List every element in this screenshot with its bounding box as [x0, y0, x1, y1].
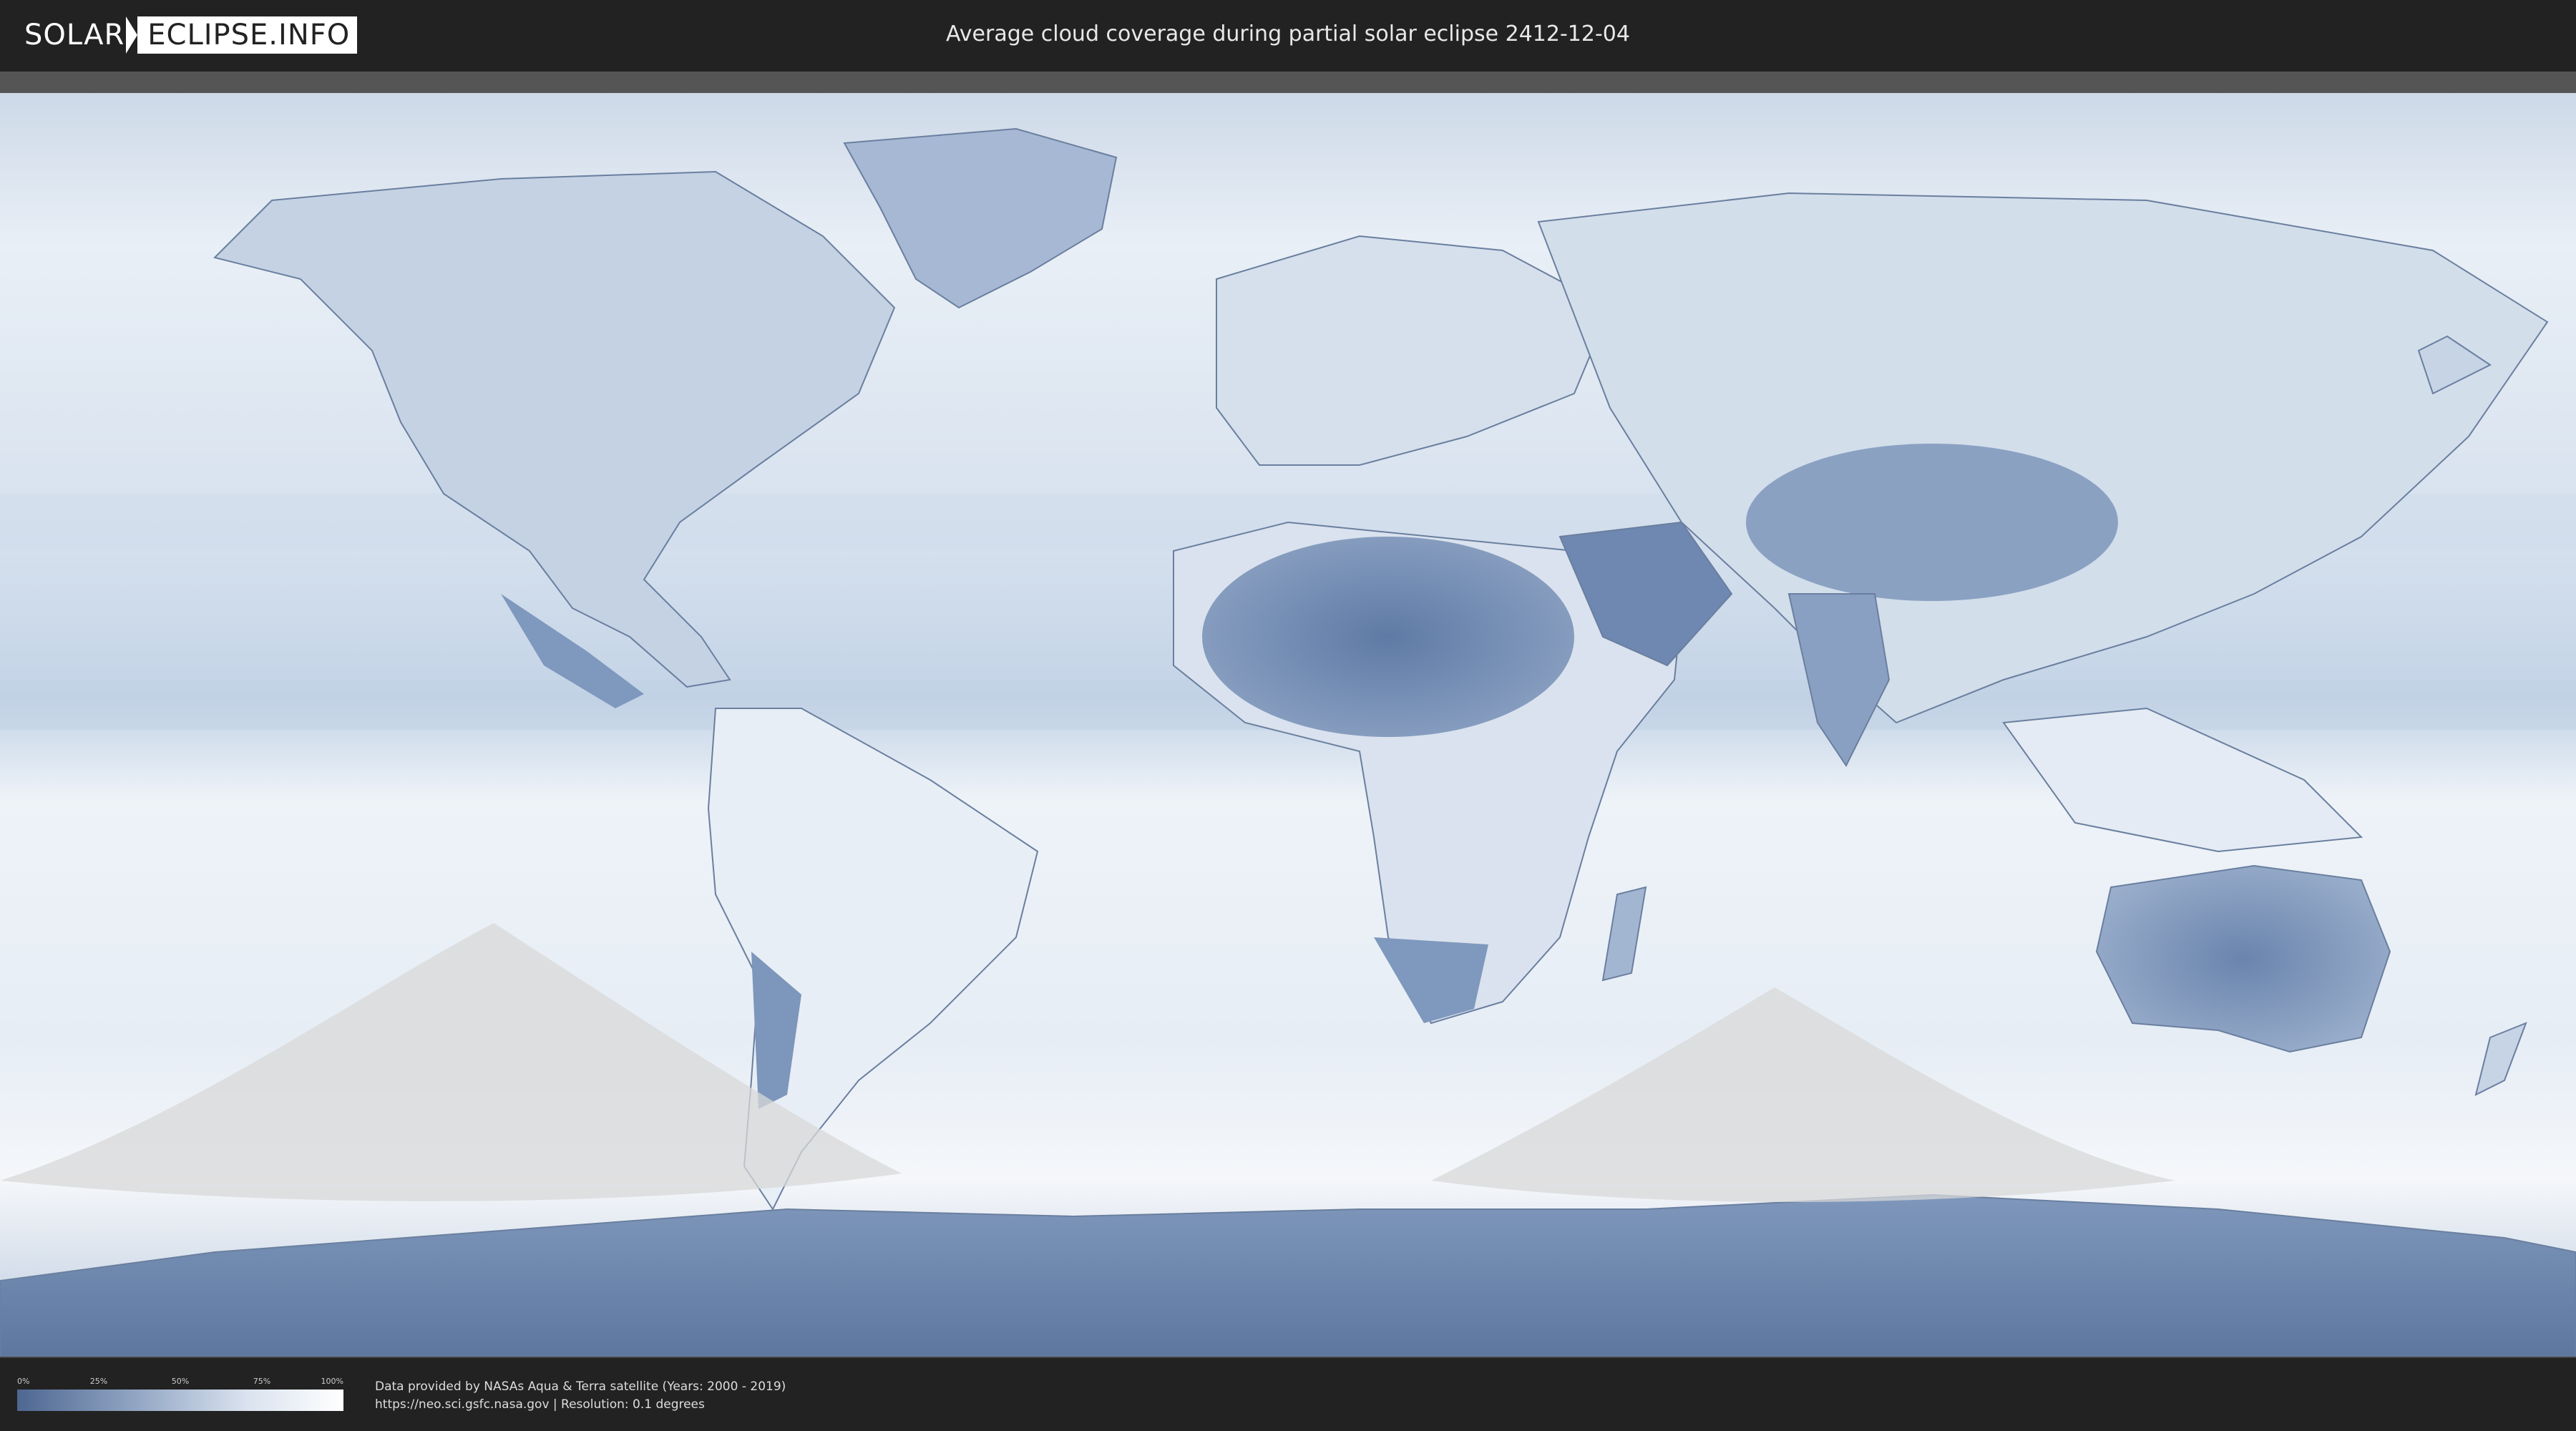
- australia-landmass: [2095, 864, 2391, 1053]
- legend-gradient-bar: [17, 1390, 343, 1411]
- credits-url: https://neo.sci.gsfc.nasa.gov | Resoluti…: [375, 1397, 705, 1412]
- legend-tick-50: 50%: [171, 1377, 190, 1386]
- credits-source: Data provided by NASAs Aqua & Terra sate…: [375, 1379, 786, 1394]
- data-credits: Data provided by NASAs Aqua & Terra sate…: [375, 1378, 786, 1414]
- legend-tick-100: 100%: [321, 1377, 343, 1386]
- legend-tick-25: 25%: [89, 1377, 108, 1386]
- cloud-coverage-map: [0, 93, 2576, 1357]
- legend-tick-75: 75%: [253, 1377, 271, 1386]
- cloud-coverage-legend: 0% 25% 50% 75% 100%: [17, 1374, 343, 1414]
- page-title: Average cloud coverage during partial so…: [946, 21, 1630, 47]
- legend-ticks: 0% 25% 50% 75% 100%: [17, 1377, 343, 1388]
- sahara-clear-area: [1202, 537, 1574, 737]
- world-map-svg: [0, 93, 2576, 1357]
- legend-tick-0: 0%: [17, 1377, 30, 1386]
- tibet-clear-area: [1746, 444, 2118, 601]
